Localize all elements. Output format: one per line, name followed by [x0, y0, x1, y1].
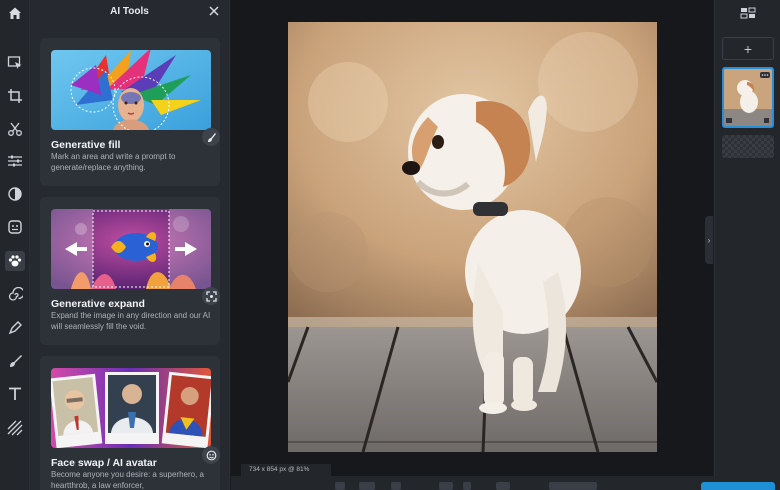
zoom-out-icon[interactable] [335, 482, 345, 490]
redo-icon[interactable] [463, 482, 471, 490]
texture-icon[interactable] [5, 418, 25, 438]
generative-fill-thumbnail [51, 50, 211, 130]
ai-tools-icon[interactable] [5, 217, 25, 237]
bottom-toolbar [231, 476, 780, 490]
generative-expand-thumbnail [51, 209, 211, 289]
undo-icon[interactable] [439, 482, 453, 490]
image-size-info: 734 x 854 px @ 81% [241, 464, 331, 476]
canvas-image[interactable] [288, 22, 657, 452]
layers-panel: + [714, 0, 780, 476]
card-description: Expand the image in any direction and ou… [51, 311, 211, 331]
brush-icon [202, 128, 220, 146]
photo-editor-app: AI Tools Generative fill Mark an area an… [0, 0, 780, 490]
empty-layer-slot[interactable] [722, 135, 774, 158]
cut-icon[interactable] [5, 119, 25, 139]
paw-icon[interactable] [5, 251, 25, 271]
arrange-icon[interactable] [5, 53, 25, 73]
chevron-right-icon[interactable]: › [705, 216, 713, 264]
close-icon[interactable] [207, 4, 221, 18]
card-description: Become anyone you desire: a superhero, a… [51, 470, 204, 490]
generative-expand-card[interactable]: Generative expand Expand the image in an… [40, 197, 220, 345]
panel-title: AI Tools [110, 6, 149, 17]
face-icon [202, 446, 220, 464]
card-title: Generative expand [51, 298, 145, 310]
panel-header: AI Tools [30, 0, 229, 26]
zoom-in-icon[interactable] [391, 482, 401, 490]
retouch-icon[interactable] [5, 351, 25, 371]
home-icon[interactable] [6, 4, 24, 22]
save-button[interactable] [701, 482, 775, 490]
draw-icon[interactable] [5, 318, 25, 338]
close-button[interactable] [549, 482, 597, 490]
history-icon[interactable] [496, 482, 510, 490]
face-swap-thumbnail [51, 368, 211, 448]
add-layer-button[interactable]: + [722, 37, 774, 60]
card-description: Mark an area and write a prompt to gener… [51, 152, 176, 172]
card-title: Face swap / AI avatar [51, 457, 157, 469]
adjust-icon[interactable] [5, 151, 25, 171]
liquify-icon[interactable] [5, 285, 25, 305]
expand-icon [202, 287, 220, 305]
ai-tools-panel: AI Tools Generative fill Mark an area an… [30, 0, 230, 490]
card-title: Generative fill [51, 139, 121, 151]
crop-icon[interactable] [5, 86, 25, 106]
layers-icon[interactable] [740, 6, 756, 19]
layer-thumbnail[interactable] [722, 67, 774, 128]
zoom-level-control[interactable] [359, 482, 375, 490]
generative-fill-card[interactable]: Generative fill Mark an area and write a… [40, 38, 220, 186]
face-swap-card[interactable]: Face swap / AI avatar Become anyone you … [40, 356, 220, 490]
tool-rail [0, 0, 30, 490]
effects-icon[interactable] [5, 184, 25, 204]
canvas-area[interactable]: 734 x 854 px @ 81% › [231, 0, 713, 476]
text-icon[interactable] [5, 384, 25, 404]
